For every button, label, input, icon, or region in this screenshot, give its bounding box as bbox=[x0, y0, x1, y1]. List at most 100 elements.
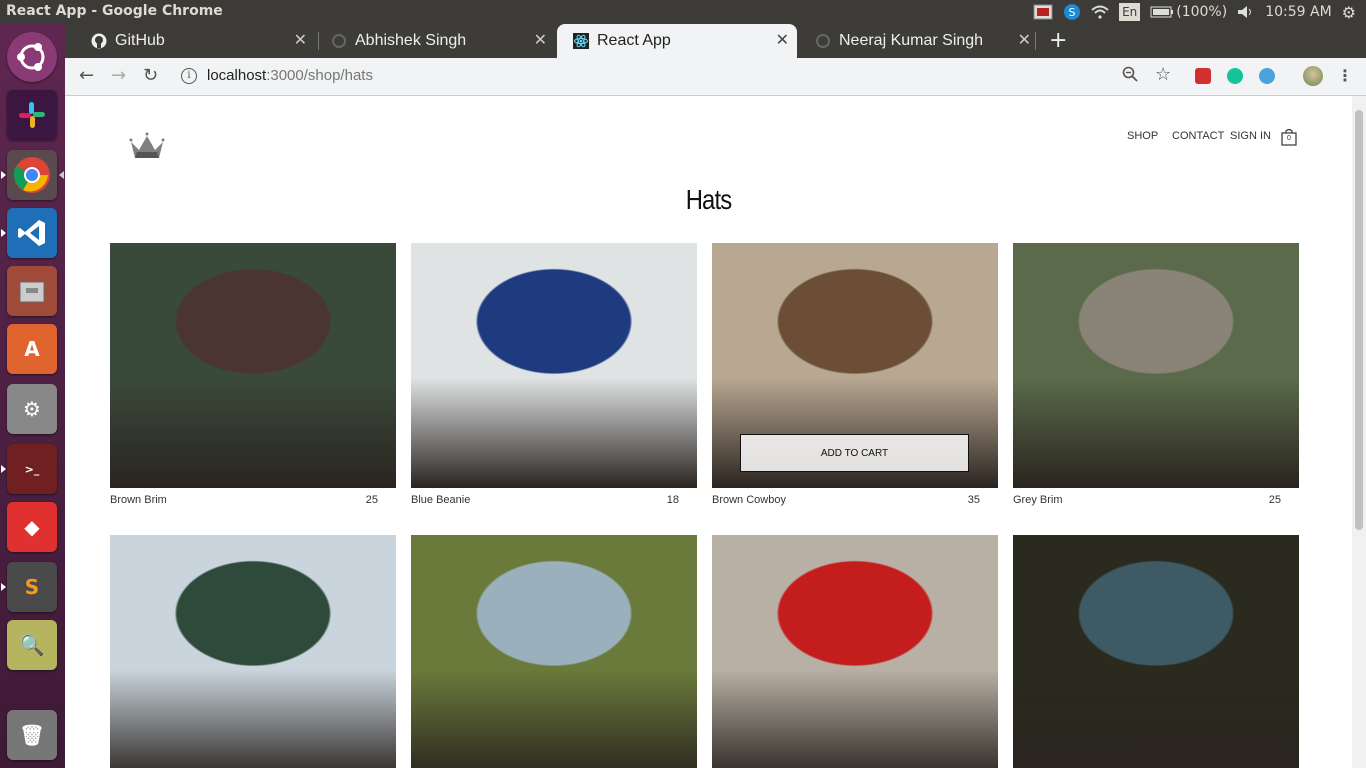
product-card[interactable] bbox=[411, 535, 697, 768]
window-title: React App - Google Chrome bbox=[6, 3, 223, 19]
ubuntu-dash-icon[interactable] bbox=[7, 32, 57, 82]
screen-recorder-icon[interactable] bbox=[1033, 3, 1053, 21]
url-text[interactable]: localhost:3000/shop/hats bbox=[207, 67, 373, 84]
keyboard-layout-indicator[interactable]: En bbox=[1119, 3, 1141, 21]
nav-shop-link[interactable]: SHOP bbox=[1127, 130, 1158, 142]
product-image[interactable] bbox=[411, 535, 697, 768]
screencastify-extension-icon[interactable] bbox=[1195, 68, 1211, 84]
running-indicator bbox=[1, 171, 6, 179]
volume-icon[interactable] bbox=[1237, 3, 1255, 21]
product-price: 18 bbox=[666, 494, 679, 506]
product-image[interactable] bbox=[1013, 535, 1299, 768]
browser-toolbar: ← → ↻ i localhost:3000/shop/hats ☆ ⋮ bbox=[65, 58, 1366, 96]
focused-indicator bbox=[59, 171, 64, 179]
add-to-cart-button[interactable]: ADD TO CART bbox=[740, 434, 969, 472]
tab-label: Abhishek Singh bbox=[355, 32, 467, 49]
product-image[interactable] bbox=[411, 243, 697, 488]
loading-icon bbox=[815, 33, 831, 49]
product-card[interactable]: Grey Brim 25 bbox=[1013, 243, 1299, 506]
vertical-scrollbar[interactable] bbox=[1352, 96, 1366, 768]
browser-chrome: GitHub ✕ Abhishek Singh ✕ React App ✕ Ne… bbox=[65, 24, 1366, 96]
product-image[interactable] bbox=[110, 535, 396, 768]
page-viewport: SHOP CONTACT SIGN IN 0 Hats Brown Brim 25… bbox=[65, 96, 1352, 768]
product-card[interactable] bbox=[110, 535, 396, 768]
bookmark-star-icon[interactable]: ☆ bbox=[1155, 64, 1171, 85]
page-title: Hats bbox=[685, 184, 732, 215]
system-top-panel: React App - Google Chrome S En (100%) 10… bbox=[0, 0, 1366, 24]
product-name: Brown Cowboy bbox=[712, 494, 786, 506]
product-image[interactable] bbox=[110, 243, 396, 488]
clock[interactable]: 10:59 AM bbox=[1265, 4, 1331, 20]
skype-icon[interactable]: S bbox=[1063, 3, 1081, 21]
reload-icon[interactable]: ↻ bbox=[143, 65, 158, 86]
svg-text:S: S bbox=[1069, 6, 1076, 19]
battery-icon[interactable] bbox=[1150, 3, 1174, 21]
product-card[interactable]: Brown Brim 25 bbox=[110, 243, 396, 506]
product-image[interactable]: ADD TO CART bbox=[712, 243, 998, 488]
loading-icon bbox=[331, 33, 347, 49]
url-host: localhost bbox=[207, 67, 267, 84]
crown-logo-icon[interactable] bbox=[127, 130, 167, 160]
chrome-icon[interactable] bbox=[7, 150, 57, 200]
product-name: Brown Brim bbox=[110, 494, 167, 506]
close-tab-icon[interactable]: ✕ bbox=[294, 30, 307, 50]
grammarly-extension-icon[interactable] bbox=[1227, 68, 1243, 84]
new-tab-icon[interactable]: + bbox=[1049, 28, 1067, 53]
product-card[interactable]: Blue Beanie 18 bbox=[411, 243, 697, 506]
vscode-icon[interactable] bbox=[7, 208, 57, 258]
product-image[interactable] bbox=[712, 535, 998, 768]
tab-label: Neeraj Kumar Singh bbox=[839, 32, 984, 49]
tab-abhishek-singh[interactable]: Abhishek Singh ✕ bbox=[315, 24, 555, 58]
forward-icon[interactable]: → bbox=[111, 65, 126, 86]
react-icon bbox=[573, 33, 589, 49]
address-bar[interactable]: i localhost:3000/shop/hats bbox=[169, 62, 1269, 92]
tab-react-app[interactable]: React App ✕ bbox=[557, 24, 797, 58]
battery-percent: (100%) bbox=[1176, 4, 1228, 20]
product-name: Grey Brim bbox=[1013, 494, 1063, 506]
product-name: Blue Beanie bbox=[411, 494, 471, 506]
nav-contact-link[interactable]: CONTACT bbox=[1172, 130, 1224, 142]
settings-gear-icon[interactable]: ⚙ bbox=[1342, 3, 1356, 22]
chrome-menu-icon[interactable]: ⋮ bbox=[1337, 66, 1353, 85]
running-indicator bbox=[1, 583, 6, 591]
system-tray: S En (100%) 10:59 AM ⚙ bbox=[1033, 0, 1366, 24]
running-indicator bbox=[1, 229, 6, 237]
close-tab-icon[interactable]: ✕ bbox=[534, 30, 547, 50]
github-icon bbox=[91, 33, 107, 49]
product-price: 25 bbox=[365, 494, 378, 506]
product-card[interactable] bbox=[712, 535, 998, 768]
system-monitor-icon[interactable]: 🔍 bbox=[7, 620, 57, 670]
tab-label: React App bbox=[597, 32, 671, 49]
tab-label: GitHub bbox=[115, 32, 165, 49]
tab-strip: GitHub ✕ Abhishek Singh ✕ React App ✕ Ne… bbox=[65, 24, 1366, 58]
zoom-icon[interactable] bbox=[1122, 66, 1138, 86]
product-image[interactable] bbox=[1013, 243, 1299, 488]
scrollbar-thumb[interactable] bbox=[1355, 110, 1363, 530]
nav-sign-in-link[interactable]: SIGN IN bbox=[1230, 130, 1271, 142]
tab-neeraj-kumar-singh[interactable]: Neeraj Kumar Singh ✕ bbox=[799, 24, 1039, 58]
unity-launcher: A ⚙ >_ ◆ S 🔍 🗑 bbox=[0, 24, 65, 768]
anydesk-icon[interactable]: ◆ bbox=[7, 502, 57, 552]
tab-github[interactable]: GitHub ✕ bbox=[75, 24, 315, 58]
system-settings-icon[interactable]: ⚙ bbox=[7, 384, 57, 434]
product-card[interactable] bbox=[1013, 535, 1299, 768]
url-path: :3000/shop/hats bbox=[266, 67, 373, 84]
cart-item-count: 0 bbox=[1287, 135, 1291, 142]
wifi-icon[interactable] bbox=[1091, 3, 1109, 21]
product-card[interactable]: ADD TO CART Brown Cowboy 35 bbox=[712, 243, 998, 506]
close-tab-icon[interactable]: ✕ bbox=[776, 30, 789, 50]
close-tab-icon[interactable]: ✕ bbox=[1018, 30, 1031, 50]
files-icon[interactable] bbox=[7, 266, 57, 316]
product-price: 35 bbox=[967, 494, 980, 506]
sublime-text-icon[interactable]: S bbox=[7, 562, 57, 612]
profile-avatar[interactable] bbox=[1303, 66, 1323, 86]
terminal-icon[interactable]: >_ bbox=[7, 444, 57, 494]
slack-icon[interactable] bbox=[7, 90, 57, 140]
extension-icon[interactable] bbox=[1259, 68, 1275, 84]
product-price: 25 bbox=[1268, 494, 1281, 506]
site-info-icon[interactable]: i bbox=[181, 68, 197, 84]
software-center-icon[interactable]: A bbox=[7, 324, 57, 374]
tab-separator bbox=[1035, 32, 1036, 50]
trash-icon[interactable]: 🗑 bbox=[7, 710, 57, 760]
back-icon[interactable]: ← bbox=[79, 65, 94, 86]
